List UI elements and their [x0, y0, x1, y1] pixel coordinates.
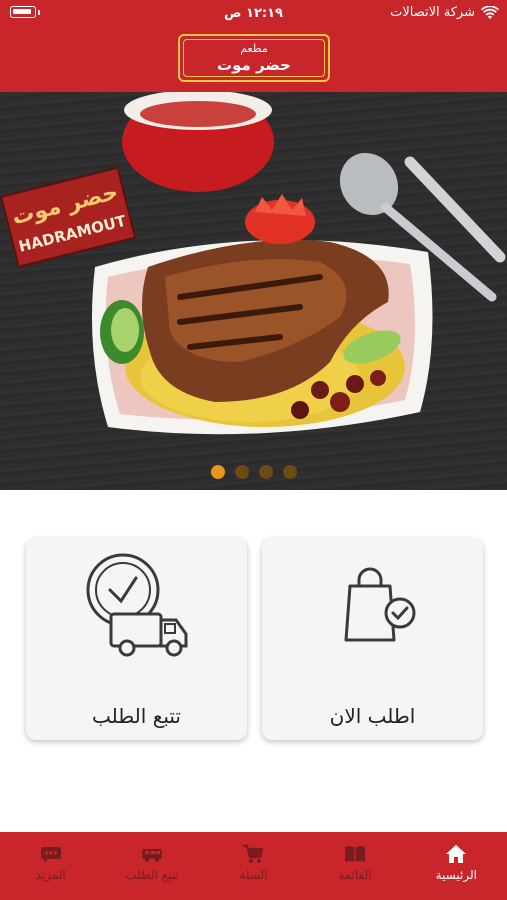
cart-icon — [243, 844, 264, 863]
nav-track-order[interactable]: تتبع الطلب — [101, 832, 202, 900]
nav-home[interactable]: الرئيسية — [406, 832, 507, 900]
hero-carousel[interactable]: حضر موت HADRAMOUT — [0, 92, 507, 490]
bottom-nav: الرئيسية القائمة السلة تتبع الطلب المزيد — [0, 832, 507, 900]
nav-cart-label: السلة — [239, 868, 268, 882]
nav-menu[interactable]: القائمة — [304, 832, 405, 900]
carousel-dot[interactable] — [282, 465, 297, 479]
carousel-indicators — [0, 465, 507, 479]
more-icon — [40, 847, 61, 863]
logo-title: حضر موت — [217, 56, 291, 74]
carousel-dot[interactable] — [210, 465, 225, 479]
app-header: ١٢:١٩ ص شركة الاتصالات مطعم حضر موت — [0, 0, 507, 92]
status-right: شركة الاتصالات — [390, 5, 499, 20]
order-now-label: اطلب الان — [329, 704, 416, 728]
nav-menu-label: القائمة — [338, 868, 372, 882]
restaurant-logo: مطعم حضر موت — [178, 34, 330, 82]
home-icon — [446, 845, 467, 863]
carousel-dot[interactable] — [234, 465, 249, 479]
shopping-bag-icon — [344, 567, 416, 642]
hero-food-image: حضر موت HADRAMOUT — [0, 92, 506, 435]
order-now-card[interactable]: اطلب الان — [262, 538, 483, 740]
nav-track-order-label: تتبع الطلب — [125, 868, 179, 882]
nav-home-label: الرئيسية — [435, 868, 477, 882]
logo-subtitle: مطعم — [240, 42, 268, 55]
menu-book-icon — [344, 846, 365, 862]
status-bar: ١٢:١٩ ص شركة الاتصالات — [0, 0, 507, 28]
nav-cart[interactable]: السلة — [203, 832, 304, 900]
track-order-card[interactable]: تتبع الطلب — [26, 538, 247, 740]
wifi-icon — [481, 5, 499, 19]
nav-more-label: المزيد — [35, 868, 66, 882]
nav-more[interactable]: المزيد — [0, 832, 101, 900]
delivery-time-icon — [86, 553, 188, 657]
carousel-dot[interactable] — [258, 465, 273, 479]
truck-icon — [142, 849, 163, 863]
carrier-name: شركة الاتصالات — [390, 5, 475, 20]
track-order-label: تتبع الطلب — [92, 704, 181, 728]
